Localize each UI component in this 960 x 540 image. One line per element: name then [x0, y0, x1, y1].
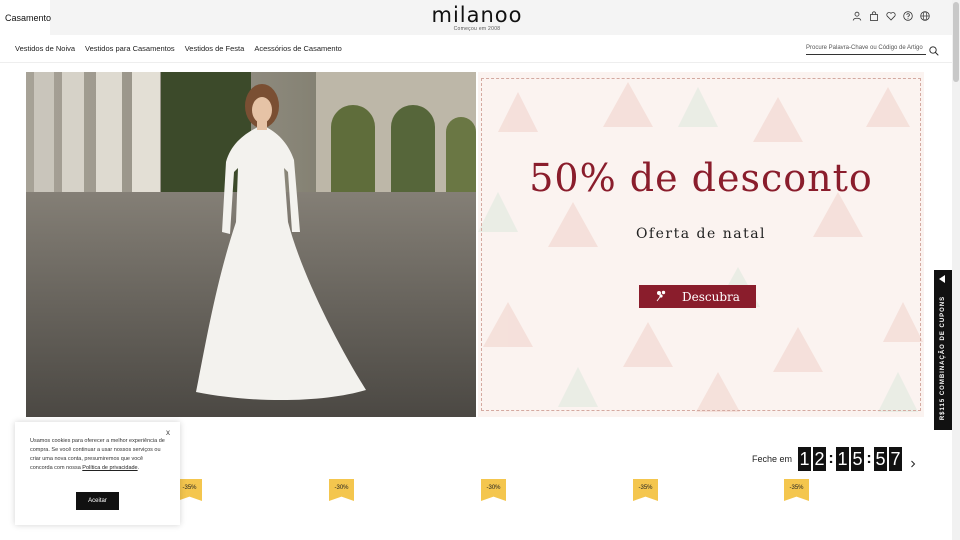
top-bar: Casamento milanoo Começou em 2008	[0, 0, 952, 35]
promo-border	[481, 78, 921, 411]
logo-wordmark[interactable]: milanoo	[427, 4, 527, 26]
coupon-tab-label: R$115 COMBINAÇÃO DE CUPONS	[940, 295, 946, 421]
nav-item-vestidos-para-casamentos[interactable]: Vestidos para Casamentos	[85, 44, 175, 53]
flower-icon	[655, 289, 668, 305]
tab-casamento[interactable]: Casamento	[0, 0, 51, 35]
countdown-digit: 1	[798, 447, 812, 471]
globe-icon[interactable]	[920, 11, 930, 21]
countdown-label: Feche em	[752, 454, 793, 464]
scrollbar-thumb[interactable]	[953, 2, 959, 82]
discover-button[interactable]: Descubra	[639, 285, 756, 308]
discover-button-label: Descubra	[682, 289, 740, 304]
countdown-digit: 2	[813, 447, 827, 471]
arrow-left-icon	[939, 275, 945, 283]
discount-badge: -30%	[481, 479, 506, 501]
countdown-separator: :	[866, 450, 872, 467]
nav-items: Vestidos de Noiva Vestidos para Casament…	[15, 44, 342, 53]
discount-badge: -35%	[633, 479, 658, 501]
close-icon[interactable]: x	[166, 428, 170, 437]
nav-item-acessorios-de-casamento[interactable]: Acessórios de Casamento	[254, 44, 342, 53]
search-input[interactable]: Procure Palavra-Chave ou Código de Artig…	[806, 42, 926, 55]
search-icon[interactable]	[929, 43, 939, 56]
nav-item-vestidos-de-festa[interactable]: Vestidos de Festa	[185, 44, 245, 53]
countdown: Feche em 1 2 : 1 5 : 5 7	[752, 447, 917, 471]
privacy-policy-link[interactable]: Política de privacidade	[82, 465, 137, 471]
chevron-right-icon[interactable]	[909, 455, 917, 468]
heart-icon[interactable]	[886, 11, 896, 21]
accept-cookies-button[interactable]: Aceitar	[76, 492, 119, 510]
countdown-digit: 5	[874, 447, 888, 471]
promo-title: 50% de desconto	[529, 156, 873, 200]
countdown-separator: :	[828, 450, 834, 467]
promo-subtitle: Oferta de natal	[635, 226, 767, 242]
hero-image[interactable]	[26, 72, 476, 417]
countdown-digit: 5	[851, 447, 865, 471]
bag-icon[interactable]	[869, 11, 879, 21]
countdown-digit: 7	[889, 447, 903, 471]
cookie-period: .	[137, 465, 140, 471]
main-nav: Vestidos de Noiva Vestidos para Casament…	[0, 35, 952, 63]
discount-badge: -35%	[784, 479, 809, 501]
nav-item-vestidos-de-noiva[interactable]: Vestidos de Noiva	[15, 44, 75, 53]
cookie-popup: x Usamos cookies para oferecer a melhor …	[15, 422, 180, 525]
header-icons	[852, 11, 930, 21]
discount-badge: -35%	[177, 479, 202, 501]
user-icon[interactable]	[852, 11, 862, 21]
help-icon[interactable]	[903, 11, 913, 21]
coupon-side-tab[interactable]: R$115 COMBINAÇÃO DE CUPONS	[934, 270, 952, 430]
promo-panel: 50% de desconto Oferta de natal Descubra	[478, 72, 924, 417]
discount-badge: -30%	[329, 479, 354, 501]
cookie-text: Usamos cookies para oferecer a melhor ex…	[30, 437, 165, 473]
logo[interactable]: milanoo Começou em 2008	[427, 4, 527, 32]
countdown-digit: 1	[836, 447, 850, 471]
scrollbar[interactable]	[952, 0, 960, 540]
bride-photo	[26, 72, 476, 417]
